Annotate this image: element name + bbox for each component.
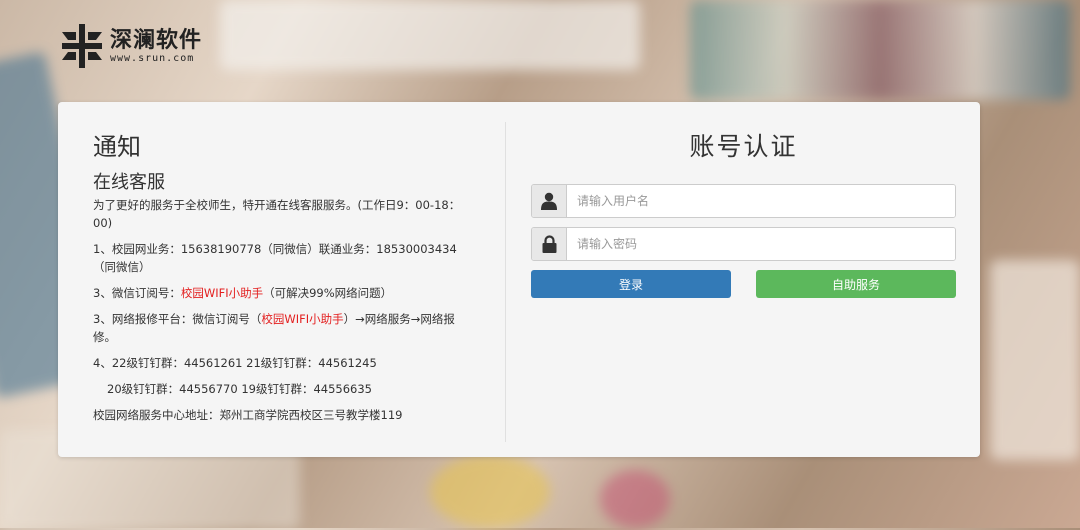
- wechat-account-link: 校园WIFI小助手: [261, 312, 344, 326]
- section-divider: [505, 122, 506, 442]
- self-service-button[interactable]: 自助服务: [756, 270, 956, 298]
- notice-title: 通知: [93, 133, 141, 161]
- notice-line: 1、校园网业务：15638190778（同微信）联通业务：18530003434…: [93, 242, 457, 274]
- brand-name: 深澜软件: [110, 27, 203, 53]
- user-icon: [532, 185, 567, 217]
- username-field: [531, 184, 956, 218]
- wechat-account-link: 校园WIFI小助手: [180, 286, 264, 300]
- notice-line: 校园网络服务中心地址：郑州工商学院西校区三号教学楼119: [93, 408, 403, 422]
- username-input[interactable]: [567, 185, 955, 217]
- notice-line: 20级钉钉群：44556770 19级钉钉群：44556635: [107, 382, 372, 396]
- login-button[interactable]: 登录: [531, 270, 731, 298]
- notice-line: 3、微信订阅号：校园WIFI小助手（可解决99%网络问题）: [93, 286, 393, 300]
- brand-url: www.srun.com: [110, 52, 195, 64]
- password-input[interactable]: [567, 228, 955, 260]
- brand-logo: 深澜软件 www.srun.com: [58, 22, 202, 70]
- password-field: [531, 227, 956, 261]
- auth-title: 账号认证: [689, 132, 798, 161]
- notice-line: 为了更好的服务于全校师生，特开通在线客服服务。(工作日9：00-18：00): [93, 198, 461, 230]
- notice-line: 4、22级钉钉群：44561261 21级钉钉群：44561245: [93, 356, 377, 370]
- notice-subtitle: 在线客服: [93, 172, 165, 193]
- srun-logo-icon: [58, 22, 106, 70]
- lock-icon: [532, 228, 567, 260]
- auth-section: 账号认证 登录 自助服务: [531, 130, 956, 298]
- notice-line: 3、网络报修平台：微信订阅号（校园WIFI小助手）→网络服务→网络报修。: [93, 312, 455, 344]
- notice-section: 通知 在线客服 为了更好的服务于全校师生，特开通在线客服服务。(工作日9：00-…: [93, 130, 468, 424]
- login-panel: 通知 在线客服 为了更好的服务于全校师生，特开通在线客服服务。(工作日9：00-…: [58, 102, 980, 457]
